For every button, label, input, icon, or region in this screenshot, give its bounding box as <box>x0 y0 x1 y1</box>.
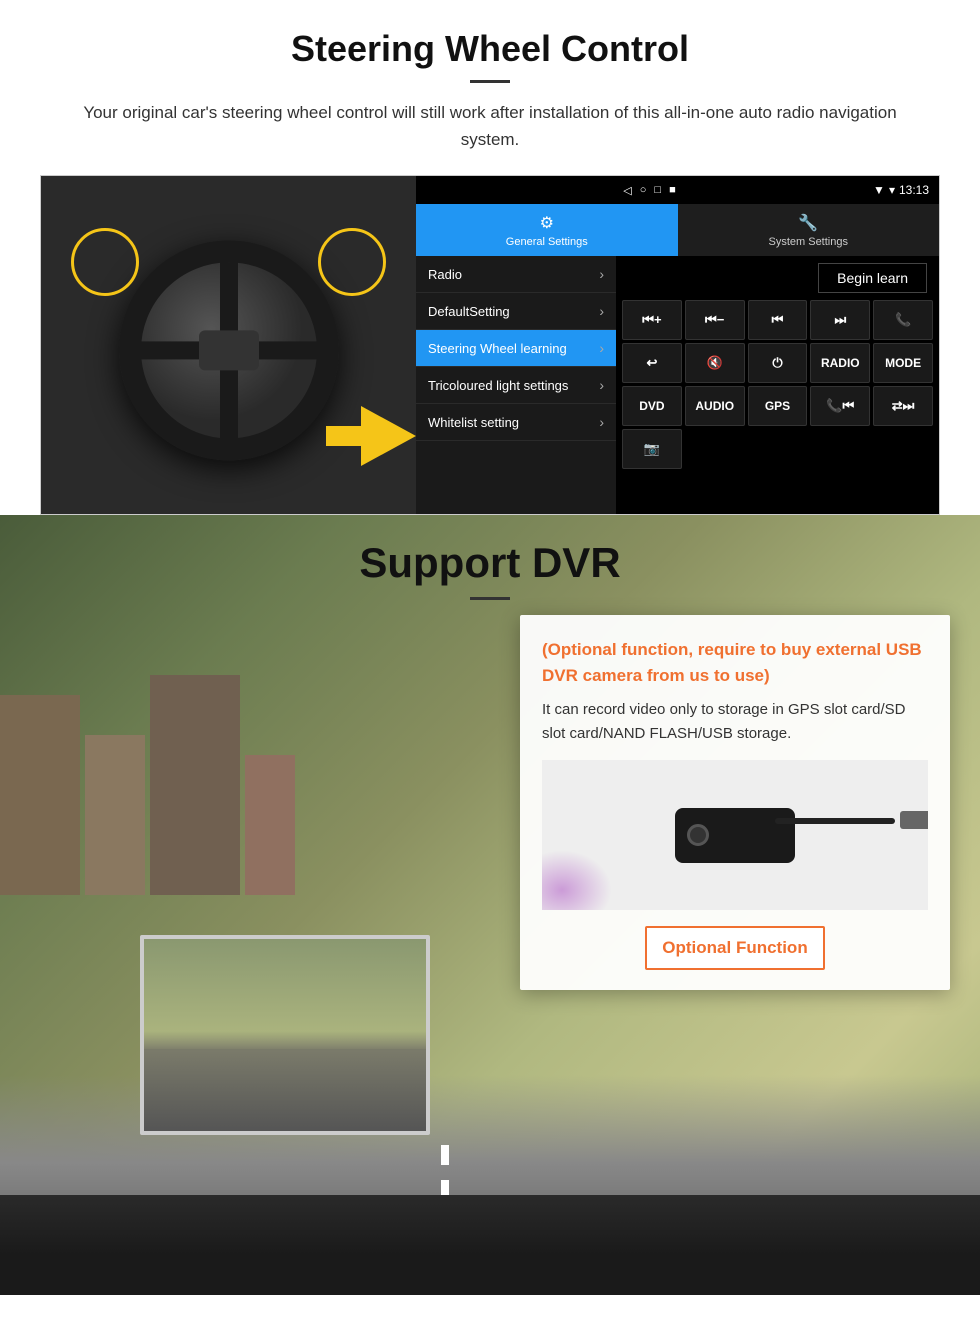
title-divider <box>470 80 510 83</box>
menu-radio-label: Radio <box>428 267 462 283</box>
begin-learn-row: Begin learn <box>616 256 939 300</box>
steering-wheel <box>119 241 339 461</box>
preview-road <box>144 1031 426 1131</box>
dvr-description: It can record video only to storage in G… <box>542 698 928 746</box>
dvr-title: Support DVR <box>0 539 980 587</box>
camera-light-effect <box>542 850 612 910</box>
status-time: 13:13 <box>899 183 929 197</box>
building-1 <box>0 695 80 895</box>
ctrl-vol-down[interactable]: ⏮− <box>685 300 745 340</box>
arrow-body <box>326 426 366 446</box>
nav-back-icon: ◁ <box>623 184 631 197</box>
nav-home-icon: ○ <box>640 184 647 197</box>
ctrl-power[interactable]: ⏻ <box>748 343 808 383</box>
steering-wheel-photo <box>41 176 416 515</box>
steering-subtitle: Your original car's steering wheel contr… <box>60 99 920 153</box>
steering-section: Steering Wheel Control Your original car… <box>0 0 980 515</box>
dvr-camera-preview <box>140 935 430 1135</box>
settings-menu-list: Radio › DefaultSetting › Steering Wheel … <box>416 256 616 514</box>
dvr-title-area: Support DVR <box>0 515 980 600</box>
tab-system-label: System Settings <box>769 236 848 248</box>
steering-controls-panel: Begin learn ⏮+ ⏮− ⏮ ⏭ 📞 ↩ 🔇 ⏻ RADIO <box>616 256 939 514</box>
menu-default-label: DefaultSetting <box>428 304 510 320</box>
ctrl-phone-prev[interactable]: 📞⏮ <box>810 386 870 426</box>
ctrl-radio[interactable]: RADIO <box>810 343 870 383</box>
camera-lens <box>687 824 709 846</box>
building-4 <box>245 755 295 895</box>
status-signal-icon: ▼ <box>873 183 885 197</box>
dvr-dashboard-bar <box>0 1195 980 1295</box>
ctrl-mute[interactable]: 🔇 <box>685 343 745 383</box>
camera-body <box>675 808 795 863</box>
arrow-head <box>361 406 416 466</box>
chevron-right-icon: › <box>599 377 604 393</box>
ctrl-back[interactable]: ↩ <box>622 343 682 383</box>
menu-item-whitelist[interactable]: Whitelist setting › <box>416 404 616 441</box>
steering-title: Steering Wheel Control <box>40 28 940 70</box>
steering-demo: ◁ ○ □ ■ ▼ ▾ 13:13 ⚙ General Settings 🔧 S… <box>40 175 940 515</box>
menu-item-radio[interactable]: Radio › <box>416 256 616 293</box>
optional-function-button[interactable]: Optional Function <box>645 926 825 970</box>
dvr-camera-image <box>542 760 928 910</box>
begin-learn-button[interactable]: Begin learn <box>818 263 927 293</box>
android-tabs: ⚙ General Settings 🔧 System Settings <box>416 204 939 256</box>
camera-cable <box>775 818 895 824</box>
settings-icon: 🔧 <box>798 213 818 233</box>
ctrl-gps[interactable]: GPS <box>748 386 808 426</box>
building-2 <box>85 735 145 895</box>
dvr-section: Support DVR (Optional function, require … <box>0 515 980 1295</box>
ctrl-prev-track[interactable]: ⏮ <box>748 300 808 340</box>
android-menu-area: Radio › DefaultSetting › Steering Wheel … <box>416 256 939 514</box>
menu-steering-label: Steering Wheel learning <box>428 341 567 357</box>
chevron-right-icon: › <box>599 414 604 430</box>
dvr-background: Support DVR (Optional function, require … <box>0 515 980 1295</box>
menu-item-steering-learning[interactable]: Steering Wheel learning › <box>416 330 616 367</box>
status-wifi-icon: ▾ <box>889 183 895 197</box>
ctrl-camera[interactable]: 📷 <box>622 429 682 469</box>
menu-item-tricoloured[interactable]: Tricoloured light settings › <box>416 367 616 404</box>
usb-plug <box>900 811 928 829</box>
gear-icon: ⚙ <box>540 213 554 233</box>
android-panel: ◁ ○ □ ■ ▼ ▾ 13:13 ⚙ General Settings 🔧 S… <box>416 176 939 514</box>
dvr-optional-heading: (Optional function, require to buy exter… <box>542 637 928 688</box>
chevron-right-icon: › <box>599 340 604 356</box>
menu-whitelist-label: Whitelist setting <box>428 415 519 431</box>
control-buttons-grid: ⏮+ ⏮− ⏮ ⏭ 📞 ↩ 🔇 ⏻ RADIO MODE DVD AUDIO <box>616 300 939 473</box>
statusbar-nav-icons: ◁ ○ □ ■ <box>426 184 873 197</box>
ctrl-vol-up[interactable]: ⏮+ <box>622 300 682 340</box>
control-circle-right <box>318 228 386 296</box>
ctrl-mode[interactable]: MODE <box>873 343 933 383</box>
ctrl-shuffle-next[interactable]: ⇄⏭ <box>873 386 933 426</box>
tab-system-settings[interactable]: 🔧 System Settings <box>678 204 940 256</box>
building-3 <box>150 675 240 895</box>
menu-item-default-setting[interactable]: DefaultSetting › <box>416 293 616 330</box>
dvr-title-divider <box>470 597 510 600</box>
android-statusbar: ◁ ○ □ ■ ▼ ▾ 13:13 <box>416 176 939 204</box>
tab-general-label: General Settings <box>506 236 588 248</box>
ctrl-phone[interactable]: 📞 <box>873 300 933 340</box>
menu-tricoloured-label: Tricoloured light settings <box>428 378 568 394</box>
ctrl-next-track[interactable]: ⏭ <box>810 300 870 340</box>
camera-housing <box>675 808 795 863</box>
chevron-right-icon: › <box>599 266 604 282</box>
wheel-hub <box>199 331 259 371</box>
dvr-info-card: (Optional function, require to buy exter… <box>520 615 950 990</box>
control-circle-left <box>71 228 139 296</box>
nav-menu-icon: ■ <box>669 184 676 197</box>
ctrl-dvd[interactable]: DVD <box>622 386 682 426</box>
arrow-indicator <box>326 406 416 466</box>
chevron-right-icon: › <box>599 303 604 319</box>
ctrl-audio[interactable]: AUDIO <box>685 386 745 426</box>
nav-recents-icon: □ <box>654 184 661 197</box>
tab-general-settings[interactable]: ⚙ General Settings <box>416 204 678 256</box>
